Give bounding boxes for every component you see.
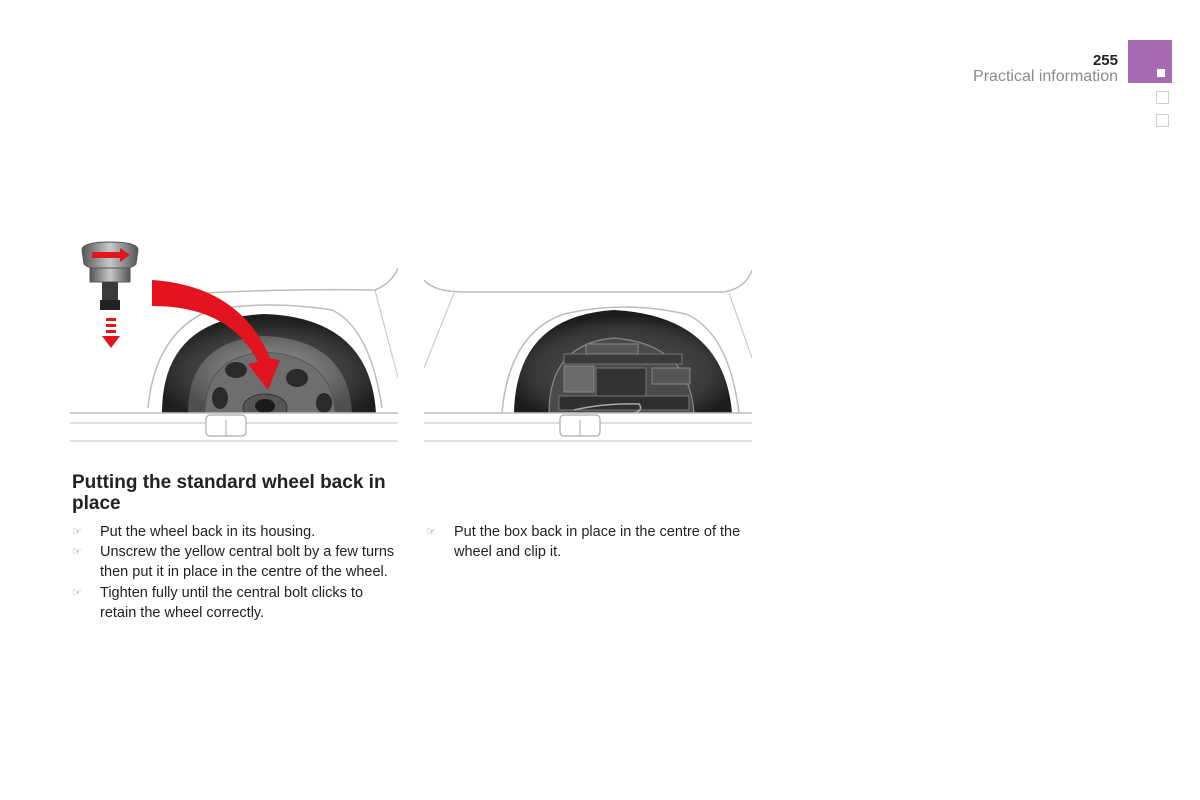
list-item: ☞ Put the box back in place in the centre… [426, 522, 756, 562]
pointing-hand-icon: ☞ [72, 546, 82, 559]
step-text: Unscrew the yellow central bolt by a few… [100, 544, 395, 581]
steps-list-left: ☞ Put the wheel back in its housing. ☞ Uns… [72, 522, 402, 623]
step-text: Put the box back in place in the centre … [454, 524, 741, 561]
section-title: Practical information [973, 68, 1118, 85]
pointing-hand-icon: ☞ [72, 586, 82, 599]
step-text: Put the wheel back in its housing. [100, 524, 316, 540]
pointing-hand-icon: ☞ [426, 526, 436, 538]
step-text: Tighten fully until the central bolt cli… [100, 584, 364, 621]
chapter-tab-empty [1156, 114, 1169, 127]
page-number: 255 [1092, 52, 1118, 69]
chapter-tab-empty [1156, 91, 1169, 104]
list-item: ☞ Tighten fully until the central bolt cl… [72, 583, 402, 623]
steps-list-right: ☞ Put the box back in place in the centre… [426, 522, 756, 562]
section-heading: Putting the standard wheel back in place [72, 472, 386, 514]
chapter-tab-active [1128, 40, 1172, 83]
tab-indicator-icon [1157, 69, 1165, 77]
illustration-box-refit [424, 269, 752, 453]
illustration-wheel-refit [70, 241, 398, 453]
list-item: ☞ Unscrew the yellow central bolt by a fe… [72, 542, 402, 582]
list-item: ☞ Put the wheel back in its housing. [72, 522, 402, 542]
pointing-hand-icon: ☞ [72, 526, 82, 538]
